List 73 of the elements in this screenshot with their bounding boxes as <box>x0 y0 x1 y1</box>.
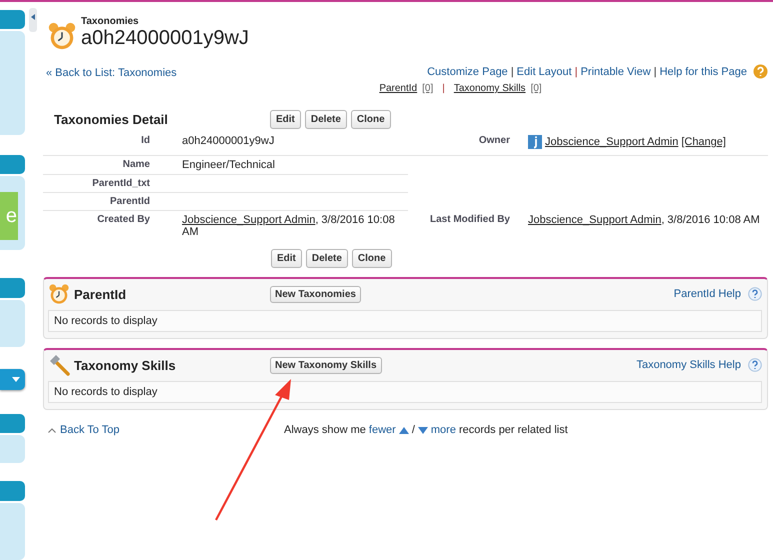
footer-text: Always show me <box>284 424 366 436</box>
user-avatar-icon <box>528 135 542 149</box>
collapse-icon <box>31 14 35 20</box>
sidebar-header <box>0 481 25 501</box>
field-value: Engineer/Technical <box>182 159 275 171</box>
user-link[interactable]: Jobscience_Support Admin <box>528 214 662 226</box>
field-label: Created By <box>97 214 150 225</box>
field-label: Name <box>122 159 150 170</box>
more-link[interactable]: more <box>430 424 456 436</box>
fewer-link[interactable]: fewer <box>368 424 396 436</box>
action-button[interactable]: Clone <box>352 249 392 268</box>
triangle-down-icon[interactable] <box>418 426 428 434</box>
page-link[interactable]: Help for this Page <box>660 66 747 78</box>
alarm-clock-icon <box>48 283 70 305</box>
separator: | <box>654 66 657 78</box>
action-button[interactable]: Clone <box>350 110 391 129</box>
separator: | <box>442 83 445 94</box>
sidebar-header <box>0 414 25 433</box>
related-list-link[interactable]: Taxonomy Skills <box>454 83 526 94</box>
field-value: Jobscience_Support Admin, 3/8/2016 10:08 AM <box>182 214 395 238</box>
field-label: Owner <box>478 135 510 146</box>
user-link[interactable]: Jobscience_Support Admin <box>182 214 316 226</box>
record-count[interactable]: [0] <box>422 83 434 94</box>
footer-text: records per related list <box>458 424 568 436</box>
field-value: a0h24000001y9wJ <box>182 135 274 147</box>
sidebar-panel <box>0 434 25 464</box>
user-link[interactable]: Jobscience_Support Admin <box>545 136 678 148</box>
record-title: a0h24000001y9wJ <box>81 27 249 49</box>
help-link[interactable]: ParentId Help <box>674 288 741 300</box>
back-to-top-link[interactable]: Back To Top <box>48 424 284 436</box>
page-link[interactable]: Edit Layout <box>516 66 572 78</box>
separator: | <box>510 66 514 78</box>
page-link[interactable]: Customize Page <box>427 66 508 78</box>
separator: / <box>412 424 415 436</box>
help-icon[interactable] <box>753 64 768 79</box>
section-title: Taxonomies Detail <box>54 112 169 127</box>
field-label: ParentId_txt <box>92 178 150 189</box>
sidebar-header <box>0 154 25 174</box>
sidebar-panel <box>0 300 25 348</box>
separator: | <box>574 66 578 78</box>
help-link[interactable]: Taxonomy Skills Help <box>636 359 741 371</box>
field-label: ParentId <box>110 196 150 207</box>
sidebar-header <box>0 278 25 298</box>
help-icon[interactable] <box>748 287 762 301</box>
hammer-icon <box>48 354 70 376</box>
field-value: Jobscience_Support Admin, 3/8/2016 10:08 AM <box>528 214 760 226</box>
related-list-title: ParentId <box>74 286 126 302</box>
related-list-link[interactable]: ParentId <box>379 83 418 94</box>
record-count[interactable]: [0] <box>530 83 542 94</box>
empty-message: No records to display <box>54 386 158 398</box>
chevron-up-icon <box>48 428 56 432</box>
alarm-clock-icon <box>47 21 77 51</box>
field-label: Id <box>141 135 150 146</box>
triangle-up-icon[interactable] <box>398 426 409 434</box>
action-button[interactable]: Edit <box>270 110 301 129</box>
action-button[interactable]: Edit <box>271 249 302 268</box>
related-list-title: Taxonomy Skills <box>74 358 176 372</box>
new-record-button[interactable]: New Taxonomies <box>270 286 361 302</box>
sidebar-header <box>0 10 25 30</box>
back-link[interactable]: « Back to List: Taxonomies <box>46 67 177 79</box>
new-record-button[interactable]: New Taxonomy Skills <box>270 356 382 374</box>
field-label: Last Modified By <box>430 214 510 225</box>
empty-message: No records to display <box>54 315 158 327</box>
sidebar-dropdown[interactable] <box>0 369 25 390</box>
caret-icon <box>12 376 20 382</box>
help-icon[interactable] <box>748 358 762 372</box>
page-link[interactable]: Printable View <box>580 66 651 78</box>
collapse-handle[interactable] <box>29 8 37 32</box>
object-type: Taxonomies <box>81 16 140 27</box>
action-button[interactable]: Delete <box>304 110 347 129</box>
action-button[interactable]: Delete <box>306 249 348 268</box>
change-link[interactable]: [Change] <box>681 136 726 148</box>
sidebar-panel <box>0 502 25 560</box>
